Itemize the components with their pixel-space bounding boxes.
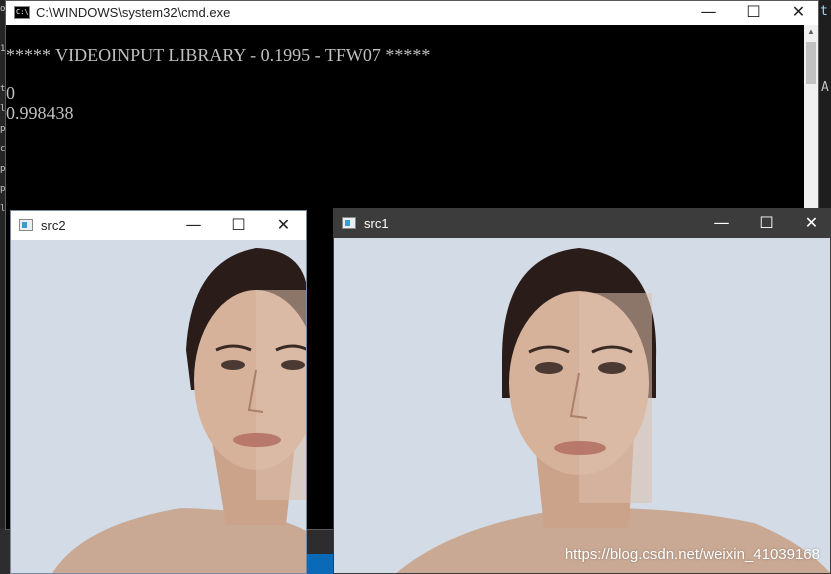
portrait-image: [334, 238, 830, 573]
src1-window-title: src1: [364, 216, 389, 231]
cmd-maximize-button[interactable]: ☐: [731, 1, 776, 25]
bg-right-text-1: t: [820, 4, 828, 19]
src1-image: https://blog.csdn.net/weixin_41039168: [334, 238, 830, 573]
opencv-window-icon: [19, 219, 33, 231]
cmd-minimize-button[interactable]: —: [686, 1, 731, 25]
scrollbar-thumb[interactable]: [806, 42, 816, 84]
close-icon: ✕: [276, 215, 291, 234]
desktop: or 1 t l p c p p li t A C:\ C:\WINDOWS\s…: [0, 0, 831, 574]
maximize-icon: ☐: [746, 2, 761, 21]
src2-titlebar[interactable]: src2 — ☐ ✕: [11, 211, 306, 240]
src2-image: [11, 240, 306, 573]
cmd-close-button[interactable]: ✕: [776, 1, 821, 25]
cmd-titlebar[interactable]: C:\ C:\WINDOWS\system32\cmd.exe — ☐ ✕: [6, 1, 818, 25]
bg-right-text-2: A: [821, 80, 829, 95]
src1-minimize-button[interactable]: —: [699, 209, 744, 238]
src2-maximize-button[interactable]: ☐: [216, 211, 261, 240]
cmd-window-title: C:\WINDOWS\system32\cmd.exe: [36, 5, 231, 20]
maximize-icon: ☐: [231, 215, 246, 234]
src1-titlebar[interactable]: src1 — ☐ ✕: [334, 209, 830, 238]
taskbar-highlight: [306, 554, 334, 574]
minimize-icon: —: [700, 2, 717, 21]
src2-close-button[interactable]: ✕: [261, 211, 306, 240]
portrait-image: [11, 240, 306, 573]
scroll-up-icon[interactable]: ▲: [807, 27, 815, 36]
close-icon: ✕: [791, 2, 806, 21]
console-line: 0: [6, 83, 15, 103]
src1-window[interactable]: src1 — ☐ ✕ https://blog.csdn.net/weixin_…: [333, 208, 831, 574]
src1-maximize-button[interactable]: ☐: [744, 209, 789, 238]
console-line: 0.998438: [6, 103, 74, 123]
src2-window[interactable]: src2 — ☐ ✕: [10, 210, 307, 574]
opencv-window-icon: [342, 217, 356, 229]
minimize-icon: —: [713, 213, 730, 232]
console-line: ***** VIDEOINPUT LIBRARY - 0.1995 - TFW0…: [6, 45, 431, 65]
watermark-text: https://blog.csdn.net/weixin_41039168: [564, 546, 820, 563]
src1-close-button[interactable]: ✕: [789, 209, 831, 238]
src2-minimize-button[interactable]: —: [171, 211, 216, 240]
close-icon: ✕: [804, 213, 819, 232]
cmd-icon: C:\: [14, 6, 30, 19]
src2-window-title: src2: [41, 218, 66, 233]
minimize-icon: —: [185, 215, 202, 234]
maximize-icon: ☐: [759, 213, 774, 232]
background-editor-right: t A: [819, 0, 831, 210]
